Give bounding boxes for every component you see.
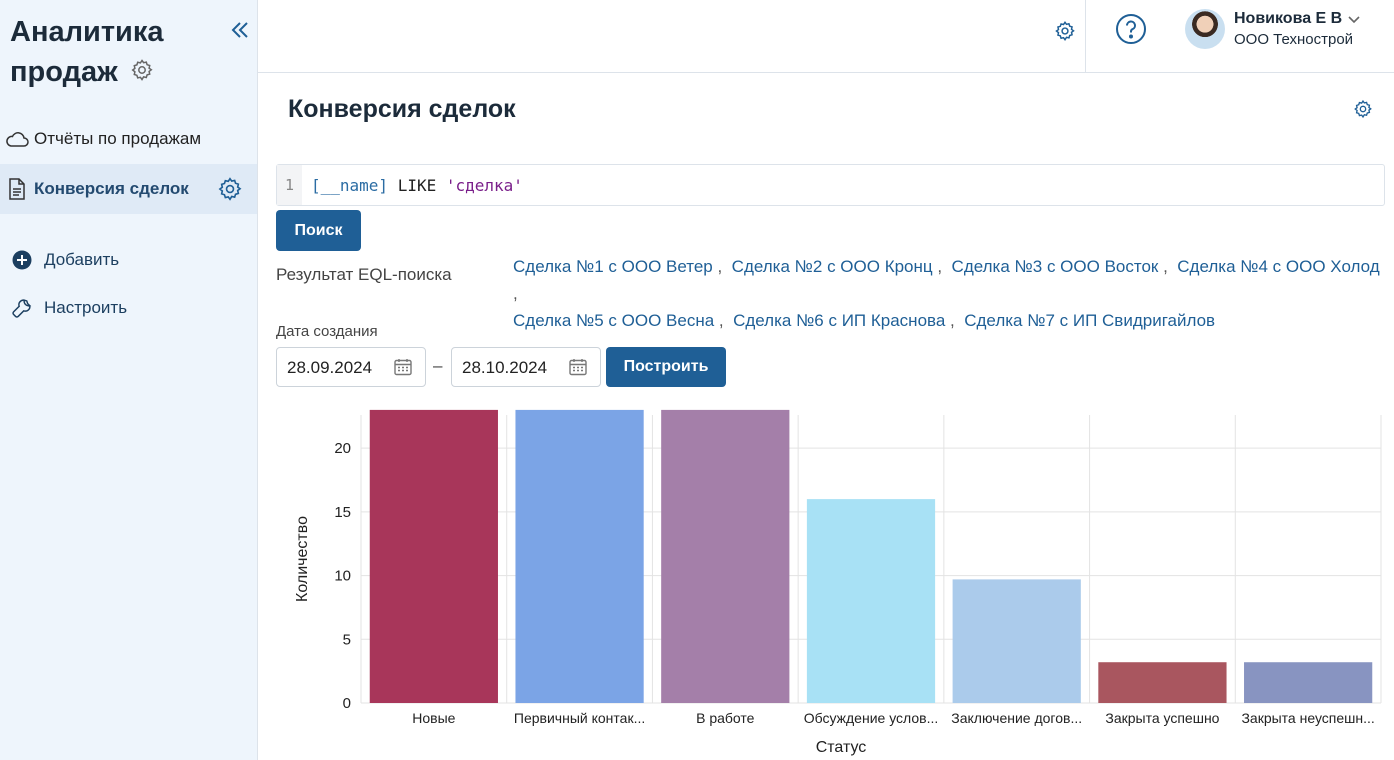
sidebar-item-label: Конверсия сделок: [34, 179, 189, 198]
sidebar-item-label: Отчёты по продажам: [34, 129, 202, 148]
y-tick-label: 15: [334, 504, 351, 521]
calendar-icon[interactable]: [393, 357, 413, 382]
eql-query-editor[interactable]: 1 [__name] LIKE 'сделка': [276, 164, 1385, 206]
x-tick-label: Новые: [412, 710, 455, 726]
date-from-field[interactable]: 28.09.2024: [276, 347, 426, 387]
chevron-down-icon[interactable]: [1347, 12, 1361, 30]
configure-button[interactable]: Настроить: [0, 288, 257, 328]
sidebar-item-deal-conversion[interactable]: Конверсия сделок: [0, 164, 257, 214]
y-axis-label: Количество: [294, 516, 311, 602]
page-settings-gear-icon[interactable]: [1353, 99, 1373, 124]
chart-bar: [661, 409, 790, 703]
query-code[interactable]: [__name] LIKE 'сделка': [311, 165, 523, 207]
query-keyword-token: LIKE: [397, 176, 437, 195]
result-link[interactable]: Сделка №5 с ООО Весна: [513, 311, 714, 330]
build-button[interactable]: Построить: [606, 347, 726, 387]
result-link[interactable]: Сделка №4 с ООО Холод: [1177, 257, 1379, 276]
y-tick-label: 5: [343, 631, 351, 648]
line-number: 1: [277, 165, 302, 205]
help-button[interactable]: [1115, 13, 1147, 45]
eql-result-label: Результат EQL-поиска: [276, 265, 452, 284]
cloud-icon: [0, 129, 34, 149]
date-from-value: 28.09.2024: [287, 358, 373, 377]
header-settings-gear-icon[interactable]: [1054, 20, 1076, 47]
header-divider: [1085, 0, 1086, 72]
status-bar-chart: 0 5 10 15 20 Новые Первичный контак... В работе…: [294, 409, 1382, 756]
question-icon: [1116, 14, 1146, 44]
chart-bar: [515, 409, 644, 703]
calendar-icon[interactable]: [568, 357, 588, 382]
chart-bar: [369, 409, 498, 703]
chart-bar: [1098, 662, 1227, 703]
date-range-dash: –: [433, 356, 443, 375]
result-link[interactable]: Сделка №7 с ИП Свидригайлов: [964, 311, 1215, 330]
x-tick-label: Первичный контак...: [514, 710, 645, 726]
x-tick-label: В работе: [696, 710, 755, 726]
y-tick-label: 10: [334, 568, 351, 585]
result-link[interactable]: Сделка №6 с ИП Краснова: [733, 311, 945, 330]
result-link[interactable]: Сделка №3 с ООО Восток: [952, 257, 1159, 276]
plus-circle-icon: [0, 250, 44, 270]
double-chevron-left-icon: [231, 22, 248, 38]
sidebar: Аналитика продаж Отчёты по продажам Конв…: [0, 0, 258, 760]
sidebar-item-sales-reports[interactable]: Отчёты по продажам: [0, 114, 257, 164]
chart-bar: [1244, 662, 1373, 703]
query-string-token: 'сделка': [445, 176, 523, 195]
wrench-icon: [0, 297, 44, 319]
x-tick-label: Заключение догов...: [951, 710, 1082, 726]
date-to-value: 28.10.2024: [462, 358, 548, 377]
collapse-sidebar-button[interactable]: [226, 16, 254, 44]
y-tick-label: 0: [343, 695, 351, 712]
chart-bar: [806, 499, 936, 703]
add-label: Добавить: [44, 250, 120, 269]
item-settings-gear-icon[interactable]: [217, 176, 243, 207]
configure-label: Настроить: [44, 298, 128, 317]
app-root: Аналитика продаж Отчёты по продажам Конв…: [0, 0, 1394, 760]
top-header: Новикова Е В ООО Технострой: [258, 0, 1394, 73]
creation-date-label: Дата создания: [276, 323, 378, 340]
app-settings-gear-icon[interactable]: [130, 53, 154, 93]
x-tick-label: Закрыта неуспешн...: [1241, 710, 1374, 726]
avatar[interactable]: [1185, 9, 1225, 49]
user-organization: ООО Технострой: [1234, 31, 1354, 48]
x-axis-label: Статус: [816, 739, 867, 756]
x-tick-label: Обсуждение услов...: [804, 710, 939, 726]
result-link[interactable]: Сделка №2 с ООО Кронц: [732, 257, 933, 276]
app-title: Аналитика продаж: [10, 12, 210, 93]
chart-bar: [952, 579, 1081, 703]
result-link[interactable]: Сделка №1 с ООО Ветер: [513, 257, 713, 276]
user-name[interactable]: Новикова Е В: [1234, 10, 1342, 28]
page-title: Конверсия сделок: [288, 95, 516, 123]
document-icon: [0, 178, 34, 200]
query-field-token: [__name]: [311, 176, 389, 195]
x-tick-label: Закрыта успешно: [1105, 710, 1219, 726]
y-tick-label: 20: [334, 440, 351, 457]
eql-results-list: Сделка №1 с ООО Ветер , Сделка №2 с ООО …: [513, 257, 1380, 330]
search-button[interactable]: Поиск: [276, 210, 361, 251]
date-to-field[interactable]: 28.10.2024: [451, 347, 601, 387]
add-button[interactable]: Добавить: [0, 240, 257, 280]
